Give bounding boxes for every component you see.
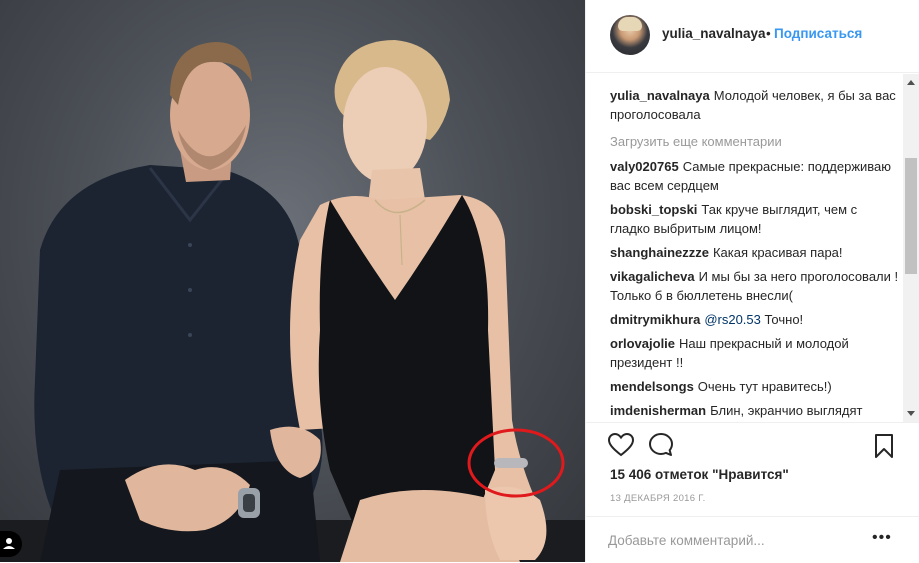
comment-username[interactable]: bobski_topski xyxy=(610,202,697,217)
comment-input[interactable] xyxy=(608,530,858,550)
post-header: yulia_navalnaya • Подписаться xyxy=(586,0,919,73)
list-item: imdenisherman Блин, экранчио выглядят xyxy=(610,401,900,420)
scrollbar-thumb[interactable] xyxy=(905,158,917,274)
scroll-up-arrow-icon[interactable] xyxy=(907,80,915,85)
follow-button[interactable]: Подписаться xyxy=(774,26,862,41)
post-photo[interactable] xyxy=(0,0,585,562)
bookmark-icon[interactable] xyxy=(874,433,894,464)
list-item: mendelsongs Очень тут нравитесь!) xyxy=(610,377,900,396)
list-item: bobski_topski Так круче выглядит, чем с г… xyxy=(610,200,900,238)
comment-username[interactable]: mendelsongs xyxy=(610,379,694,394)
list-item: valy020765 Самые прекрасные: поддерживаю … xyxy=(610,157,900,195)
header-username[interactable]: yulia_navalnaya xyxy=(662,26,766,41)
list-item: shanghainezzze Какая красивая пара! xyxy=(610,243,900,262)
comment-username[interactable]: dmitrymikhura xyxy=(610,312,700,327)
post-actions: 15 406 отметок "Нравится" 13 ДЕКАБРЯ 201… xyxy=(586,422,919,527)
comment-text: Точно! xyxy=(764,312,804,327)
add-comment-bar: ••• xyxy=(586,516,919,563)
caption: yulia_navalnaya Молодой человек, я бы за … xyxy=(610,86,900,124)
comment-text: Какая красивая пара! xyxy=(712,245,843,260)
load-more-comments-button[interactable]: Загрузить еще комментарии xyxy=(610,132,900,151)
avatar[interactable] xyxy=(610,15,650,55)
comment-username[interactable]: vikagalicheva xyxy=(610,269,695,284)
comment-username[interactable]: valy020765 xyxy=(610,159,679,174)
more-options-button[interactable]: ••• xyxy=(872,529,892,547)
comment-username[interactable]: orlovajolie xyxy=(610,336,675,351)
comment-bubble-icon[interactable] xyxy=(648,432,674,463)
post-side-panel: yulia_navalnaya • Подписаться yulia_nava… xyxy=(585,0,919,562)
scroll-down-arrow-icon[interactable] xyxy=(907,411,915,416)
comment-mention[interactable]: @rs20.53 xyxy=(704,312,761,327)
comment-username[interactable]: shanghainezzze xyxy=(610,245,709,260)
photo-illustration xyxy=(0,40,585,562)
list-item: dmitrymikhura @rs20.53 Точно! xyxy=(610,310,900,329)
separator-dot: • xyxy=(766,26,771,41)
comment-text: Очень тут нравитесь!) xyxy=(697,379,832,394)
likes-count[interactable]: 15 406 отметок "Нравится" xyxy=(610,467,789,482)
comments-list[interactable]: yulia_navalnaya Молодой человек, я бы за … xyxy=(610,86,900,420)
heart-icon[interactable] xyxy=(607,432,635,462)
list-item: vikagalicheva И мы бы за него проголосова… xyxy=(610,267,900,305)
caption-username[interactable]: yulia_navalnaya xyxy=(610,88,710,103)
user-tag-icon[interactable] xyxy=(0,531,22,557)
comment-text: Блин, экранчио выглядят xyxy=(710,403,863,418)
list-item: orlovajolie Наш прекрасный и молодой през… xyxy=(610,334,900,372)
comment-username[interactable]: imdenisherman xyxy=(610,403,706,418)
post-date: 13 ДЕКАБРЯ 2016 Г. xyxy=(610,493,706,504)
comments-scrollbar[interactable] xyxy=(903,74,919,422)
